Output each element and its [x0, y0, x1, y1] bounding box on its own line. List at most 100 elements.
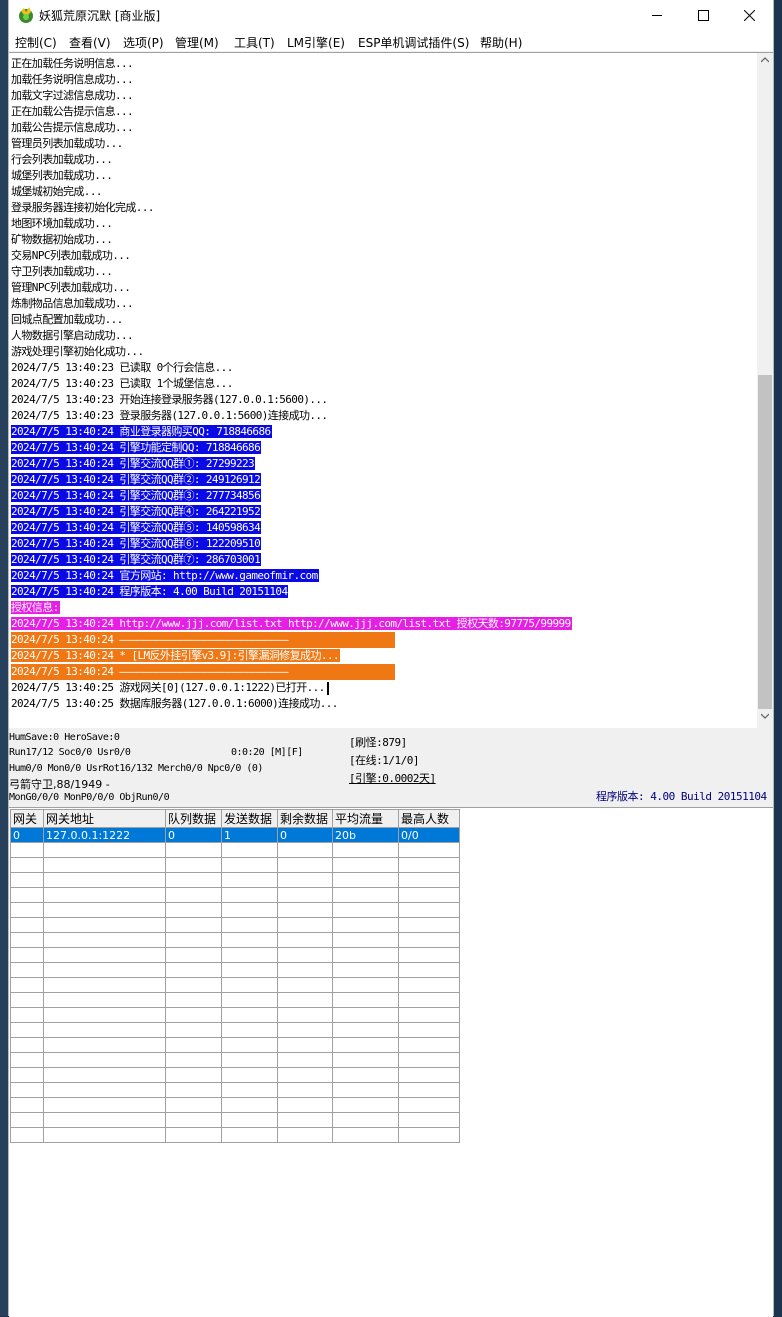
empty-cell[interactable] [165, 1037, 222, 1053]
menu-manage[interactable]: 管理(M) [175, 34, 219, 51]
empty-cell[interactable] [165, 872, 222, 888]
close-button[interactable] [727, 0, 773, 31]
cell-address[interactable]: 127.0.0.1:1222 [43, 827, 166, 843]
empty-cell[interactable] [221, 1022, 278, 1038]
empty-cell[interactable] [332, 947, 399, 963]
empty-cell[interactable] [398, 872, 460, 888]
empty-cell[interactable] [221, 992, 278, 1008]
empty-cell[interactable] [221, 1052, 278, 1068]
empty-cell[interactable] [43, 932, 166, 948]
empty-cell[interactable] [43, 1112, 166, 1128]
menu-tools[interactable]: 工具(T) [234, 34, 275, 51]
empty-table-row[interactable] [10, 962, 460, 978]
empty-cell[interactable] [221, 962, 278, 978]
empty-table-row[interactable] [10, 1007, 460, 1023]
empty-cell[interactable] [221, 872, 278, 888]
menu-lm-engine[interactable]: LM引擎(E) [287, 34, 345, 51]
empty-cell[interactable] [398, 1052, 460, 1068]
empty-cell[interactable] [43, 962, 166, 978]
empty-cell[interactable] [10, 947, 44, 963]
empty-table-row[interactable] [10, 947, 460, 963]
gateway-table[interactable]: 网关 网关地址 队列数据 发送数据 剩余数据 平均流量 最高人数 0 127.0.… [10, 809, 460, 1143]
empty-cell[interactable] [332, 902, 399, 918]
empty-cell[interactable] [277, 857, 333, 873]
empty-cell[interactable] [332, 1097, 399, 1113]
empty-cell[interactable] [398, 917, 460, 933]
empty-cell[interactable] [277, 1097, 333, 1113]
maximize-button[interactable] [681, 0, 727, 31]
empty-table-row[interactable] [10, 1097, 460, 1113]
scroll-up-icon[interactable] [761, 57, 769, 63]
empty-cell[interactable] [398, 1037, 460, 1053]
empty-cell[interactable] [10, 1067, 44, 1083]
empty-cell[interactable] [43, 1067, 166, 1083]
empty-table-row[interactable] [10, 1127, 460, 1143]
empty-cell[interactable] [221, 947, 278, 963]
empty-cell[interactable] [398, 842, 460, 858]
empty-cell[interactable] [221, 1127, 278, 1143]
empty-cell[interactable] [10, 962, 44, 978]
empty-cell[interactable] [10, 1037, 44, 1053]
empty-cell[interactable] [277, 1112, 333, 1128]
empty-cell[interactable] [277, 1067, 333, 1083]
empty-cell[interactable] [43, 1052, 166, 1068]
empty-cell[interactable] [332, 1112, 399, 1128]
empty-cell[interactable] [277, 872, 333, 888]
col-address[interactable]: 网关地址 [43, 809, 166, 828]
empty-cell[interactable] [398, 962, 460, 978]
col-queue[interactable]: 队列数据 [165, 809, 222, 828]
empty-table-row[interactable] [10, 1037, 460, 1053]
empty-cell[interactable] [43, 1007, 166, 1023]
log-vertical-scrollbar[interactable] [757, 53, 773, 728]
empty-cell[interactable] [277, 932, 333, 948]
empty-cell[interactable] [43, 917, 166, 933]
empty-cell[interactable] [277, 842, 333, 858]
empty-cell[interactable] [332, 1052, 399, 1068]
empty-cell[interactable] [221, 1097, 278, 1113]
empty-table-row[interactable] [10, 1082, 460, 1098]
empty-cell[interactable] [165, 842, 222, 858]
empty-cell[interactable] [10, 932, 44, 948]
table-row[interactable]: 0 127.0.0.1:1222 0 1 0 20b 0/0 [10, 827, 460, 843]
empty-cell[interactable] [165, 1052, 222, 1068]
cell-queue[interactable]: 0 [165, 827, 222, 843]
empty-table-row[interactable] [10, 1052, 460, 1068]
empty-cell[interactable] [398, 947, 460, 963]
empty-cell[interactable] [165, 902, 222, 918]
empty-cell[interactable] [332, 917, 399, 933]
empty-table-row[interactable] [10, 977, 460, 993]
empty-cell[interactable] [165, 887, 222, 903]
empty-table-row[interactable] [10, 1022, 460, 1038]
empty-cell[interactable] [10, 992, 44, 1008]
empty-cell[interactable] [43, 1022, 166, 1038]
empty-cell[interactable] [10, 1022, 44, 1038]
empty-cell[interactable] [10, 842, 44, 858]
empty-cell[interactable] [10, 887, 44, 903]
empty-cell[interactable] [165, 917, 222, 933]
empty-cell[interactable] [165, 1097, 222, 1113]
empty-cell[interactable] [43, 857, 166, 873]
empty-cell[interactable] [165, 1067, 222, 1083]
empty-cell[interactable] [165, 1007, 222, 1023]
log-output[interactable]: 正在加载任务说明信息... 加载任务说明信息成功... 加载文字过滤信息成功... 正… [9, 52, 773, 728]
empty-cell[interactable] [43, 1127, 166, 1143]
empty-cell[interactable] [398, 992, 460, 1008]
empty-cell[interactable] [398, 1067, 460, 1083]
empty-table-row[interactable] [10, 857, 460, 873]
empty-cell[interactable] [398, 1127, 460, 1143]
empty-cell[interactable] [332, 1082, 399, 1098]
empty-cell[interactable] [221, 1037, 278, 1053]
empty-cell[interactable] [10, 1112, 44, 1128]
empty-cell[interactable] [10, 1007, 44, 1023]
cell-sent[interactable]: 1 [221, 827, 278, 843]
empty-cell[interactable] [398, 1082, 460, 1098]
status-engine-days[interactable]: [引擎:0.0002天] [349, 770, 436, 786]
empty-cell[interactable] [165, 977, 222, 993]
cell-max-users[interactable]: 0/0 [398, 827, 460, 843]
empty-cell[interactable] [221, 1082, 278, 1098]
empty-cell[interactable] [221, 902, 278, 918]
empty-cell[interactable] [221, 917, 278, 933]
empty-cell[interactable] [165, 992, 222, 1008]
empty-table-row[interactable] [10, 902, 460, 918]
empty-cell[interactable] [332, 1022, 399, 1038]
